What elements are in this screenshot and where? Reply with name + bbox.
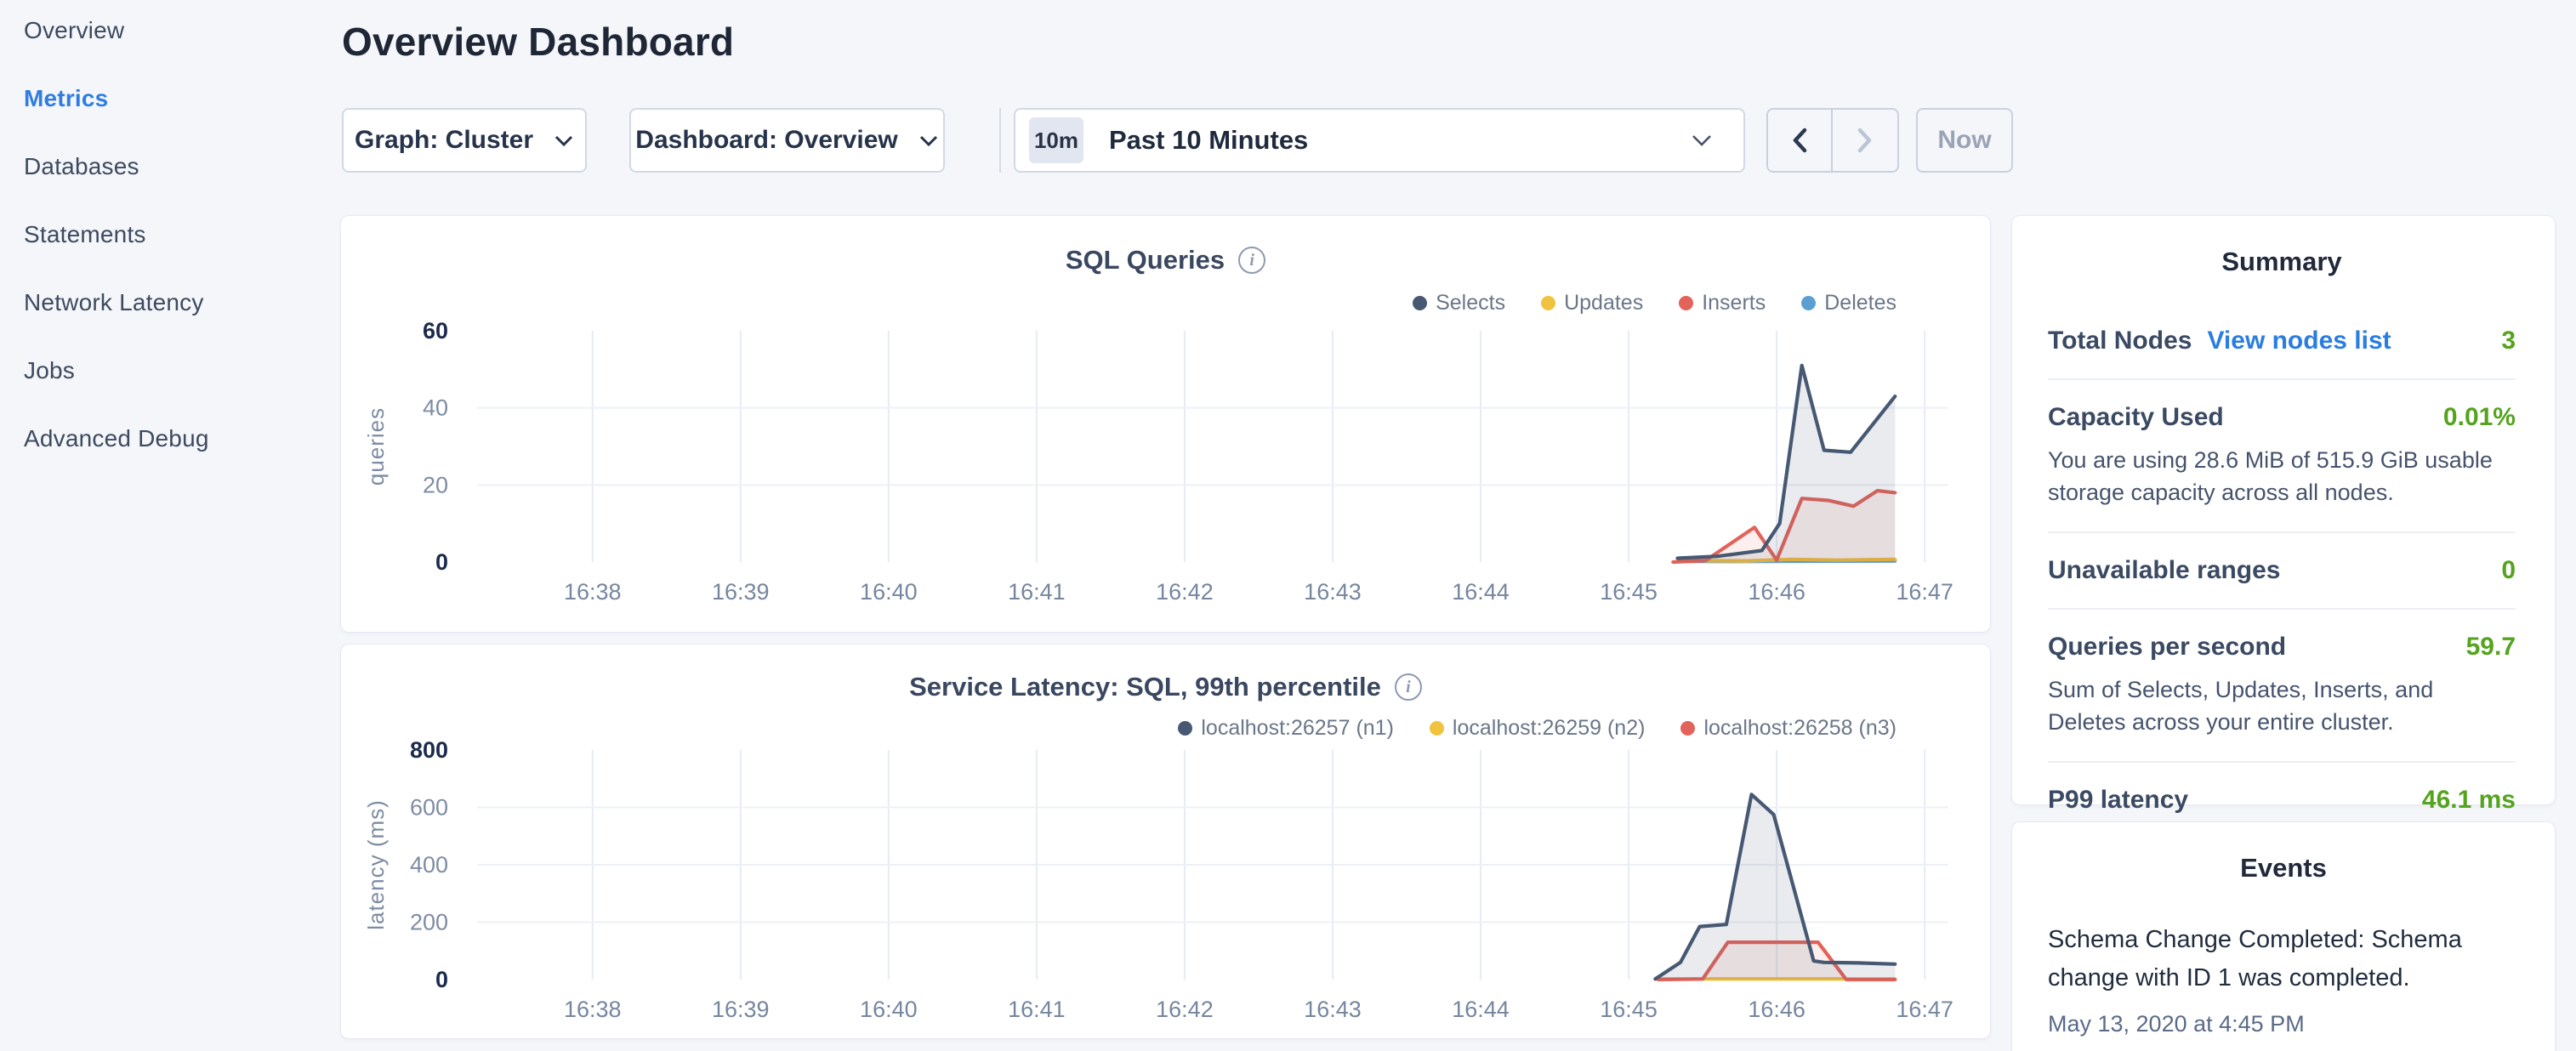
svg-text:16:43: 16:43: [1304, 997, 1362, 1022]
queries-per-second-row: Queries per second 59.7: [2048, 633, 2516, 662]
events-panel: Events Schema Change Completed: Schema c…: [2011, 821, 2556, 1051]
sidebar-item-metrics[interactable]: Metrics: [24, 82, 340, 116]
graph-dropdown-label: Graph: Cluster: [355, 126, 533, 155]
time-range-label: Past 10 Minutes: [1109, 125, 1308, 156]
svg-text:latency (ms): latency (ms): [363, 799, 389, 930]
svg-text:16:40: 16:40: [860, 579, 918, 605]
summary-panel: Summary Total Nodes View nodes list 3 Cap…: [2011, 215, 2556, 805]
now-button[interactable]: Now: [1916, 108, 2013, 173]
svg-text:16:47: 16:47: [1896, 579, 1953, 605]
svg-text:16:39: 16:39: [712, 997, 770, 1022]
page-title: Overview Dashboard: [342, 19, 734, 65]
total-nodes-value: 3: [2501, 327, 2516, 355]
chevron-right-icon: [1856, 127, 1874, 154]
capacity-used-description: You are using 28.6 MiB of 515.9 GiB usab…: [2048, 444, 2516, 508]
event-timestamp: May 13, 2020 at 4:45 PM: [2048, 1011, 2519, 1037]
sql-queries-chart-card: SQL Queries i SelectsUpdatesInsertsDelet…: [340, 215, 1991, 633]
sidebar-item-network-latency[interactable]: Network Latency: [24, 286, 340, 320]
time-range-badge: 10m: [1029, 117, 1083, 163]
divider: [2048, 531, 2516, 533]
chevron-down-icon: [1691, 134, 1713, 147]
svg-text:400: 400: [410, 852, 448, 878]
service-latency-chart: 16:38 16:39 16:40 16:41 16:42 16:43 16:44 16:45…: [341, 645, 1992, 1040]
svg-text:16:44: 16:44: [1452, 579, 1510, 605]
p99-latency-label: P99 latency: [2048, 786, 2188, 815]
svg-text:40: 40: [423, 395, 448, 421]
svg-text:16:46: 16:46: [1748, 997, 1805, 1022]
svg-text:0: 0: [435, 967, 448, 992]
queries-per-second-value: 59.7: [2466, 633, 2516, 662]
capacity-used-value: 0.01%: [2443, 403, 2516, 432]
svg-text:16:46: 16:46: [1748, 579, 1805, 605]
total-nodes-row: Total Nodes View nodes list 3: [2048, 327, 2516, 355]
svg-text:60: 60: [423, 318, 448, 344]
dashboard-dropdown-label: Dashboard: Overview: [635, 126, 897, 155]
sidebar-item-overview[interactable]: Overview: [24, 14, 340, 48]
p99-latency-value: 46.1 ms: [2422, 786, 2516, 815]
unavailable-ranges-label: Unavailable ranges: [2048, 556, 2280, 585]
svg-text:16:45: 16:45: [1600, 579, 1658, 605]
service-latency-chart-card: Service Latency: SQL, 99th percentile i …: [340, 644, 1991, 1039]
events-title: Events: [2048, 853, 2519, 883]
dashboard-dropdown[interactable]: Dashboard: Overview: [629, 108, 945, 173]
svg-text:16:39: 16:39: [712, 579, 770, 605]
sidebar: Overview Metrics Databases Statements Ne…: [0, 0, 340, 1051]
chevron-down-icon: [554, 134, 574, 147]
queries-per-second-label: Queries per second: [2048, 633, 2286, 662]
svg-text:16:45: 16:45: [1600, 997, 1658, 1022]
svg-text:queries: queries: [363, 407, 389, 486]
svg-text:16:41: 16:41: [1008, 579, 1066, 605]
divider: [2048, 378, 2516, 380]
sql-queries-chart: 16:38 16:39 16:40 16:41 16:42 16:43 16:44 16:45…: [341, 216, 1992, 633]
unavailable-ranges-row: Unavailable ranges 0: [2048, 556, 2516, 585]
svg-text:800: 800: [410, 737, 448, 763]
controls-divider: [999, 108, 1001, 173]
divider: [2048, 761, 2516, 763]
total-nodes-label: Total Nodes: [2048, 327, 2192, 355]
next-time-window-button[interactable]: [1833, 110, 1897, 171]
time-range-select[interactable]: 10m Past 10 Minutes: [1014, 108, 1745, 173]
svg-text:16:47: 16:47: [1896, 997, 1953, 1022]
sidebar-item-advanced-debug[interactable]: Advanced Debug: [24, 422, 340, 456]
p99-latency-row: P99 latency 46.1 ms: [2048, 786, 2516, 815]
queries-per-second-description: Sum of Selects, Updates, Inserts, and De…: [2048, 673, 2516, 738]
graph-dropdown[interactable]: Graph: Cluster: [342, 108, 587, 173]
sidebar-item-databases[interactable]: Databases: [24, 150, 340, 184]
prev-time-window-button[interactable]: [1768, 110, 1833, 171]
sidebar-item-statements[interactable]: Statements: [24, 218, 340, 252]
svg-text:16:41: 16:41: [1008, 997, 1066, 1022]
chevron-left-icon: [1790, 127, 1809, 154]
svg-text:200: 200: [410, 910, 448, 935]
event-text: Schema Change Completed: Schema change w…: [2048, 921, 2519, 997]
svg-text:16:44: 16:44: [1452, 997, 1510, 1022]
view-nodes-list-link[interactable]: View nodes list: [2207, 327, 2391, 355]
svg-text:600: 600: [410, 795, 448, 821]
divider: [2048, 608, 2516, 610]
svg-text:16:43: 16:43: [1304, 579, 1362, 605]
chevron-down-icon: [918, 134, 939, 147]
svg-text:0: 0: [435, 549, 448, 575]
sidebar-item-jobs[interactable]: Jobs: [24, 354, 340, 388]
capacity-used-label: Capacity Used: [2048, 403, 2224, 432]
event-list-item[interactable]: Schema Change Completed: Schema change w…: [2048, 921, 2519, 1037]
svg-text:16:42: 16:42: [1156, 579, 1214, 605]
unavailable-ranges-value: 0: [2501, 556, 2516, 585]
summary-title: Summary: [2048, 247, 2516, 277]
svg-text:16:40: 16:40: [860, 997, 918, 1022]
time-window-arrows: [1766, 108, 1899, 173]
svg-text:16:42: 16:42: [1156, 997, 1214, 1022]
svg-text:16:38: 16:38: [564, 579, 622, 605]
svg-text:20: 20: [423, 472, 448, 497]
capacity-used-row: Capacity Used 0.01%: [2048, 403, 2516, 432]
svg-text:16:38: 16:38: [564, 997, 622, 1022]
